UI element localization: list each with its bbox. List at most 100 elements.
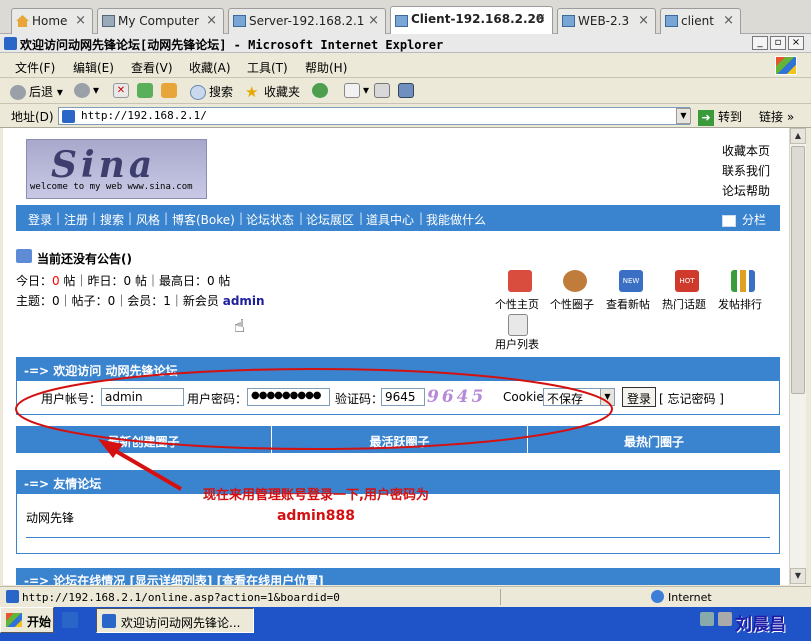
media-icon	[312, 83, 328, 98]
windows-logo-icon	[6, 613, 22, 627]
taskbar-item-ie[interactable]: 欢迎访问动网先锋论...	[96, 608, 254, 633]
host-tab-web[interactable]: WEB-2.3 ×	[557, 8, 656, 34]
close-icon[interactable]: ×	[75, 13, 86, 28]
menu-bar: 文件(F) 编辑(E) 查看(V) 收藏(A) 工具(T) 帮助(H)	[0, 54, 811, 78]
search-button[interactable]: 搜索	[190, 83, 233, 100]
go-button[interactable]: ➜ 转到	[698, 108, 742, 126]
go-arrow-icon: ➜	[698, 109, 714, 126]
host-tab-server[interactable]: Server-192.168.2.1 ×	[228, 8, 386, 34]
menu-view[interactable]: 查看(V)	[131, 59, 173, 76]
host-tab-label: My Computer	[118, 14, 199, 28]
back-arrow-icon	[10, 85, 26, 100]
close-icon[interactable]: ×	[206, 13, 217, 28]
status-url: http://192.168.2.1/online.asp?action=1&b…	[22, 591, 340, 604]
security-zone: Internet	[668, 591, 712, 604]
page-icon	[62, 110, 75, 123]
menu-favorites[interactable]: 收藏(A)	[189, 59, 231, 76]
address-dropdown-button[interactable]: ▼	[676, 108, 691, 124]
minimize-button[interactable]: _	[752, 36, 768, 50]
scroll-up-button[interactable]: ▲	[790, 128, 806, 144]
host-tab-label: Client-192.168.2.20	[411, 12, 545, 26]
host-tab-bar: Home × My Computer × Server-192.168.2.1 …	[0, 0, 811, 35]
scroll-thumb[interactable]	[791, 146, 805, 394]
vm-icon	[233, 15, 246, 27]
address-url: http://192.168.2.1/	[81, 109, 207, 122]
start-label: 开始	[27, 615, 52, 629]
close-icon[interactable]: ×	[638, 13, 649, 28]
taskbar-item-label: 欢迎访问动网先锋论...	[121, 616, 241, 630]
vm-icon	[395, 15, 408, 27]
host-tab-client2[interactable]: client ×	[660, 8, 741, 34]
home-button[interactable]	[161, 83, 180, 98]
edit-icon	[398, 83, 414, 98]
back-button[interactable]: 后退 ▾	[10, 83, 63, 100]
window-title: 欢迎访问动网先锋论坛[动网先锋论坛] - Microsoft Internet …	[20, 38, 444, 52]
annotation-line-1: 现在来用管理账号登录一下,用户密码为	[203, 488, 429, 503]
refresh-icon	[137, 83, 153, 98]
toolbar: 后退 ▾ ▾ ✕ 搜索 ★ 收藏夹 ▾	[0, 78, 811, 104]
address-label: 地址(D)	[11, 110, 54, 124]
vm-icon	[562, 15, 575, 27]
annotation-ellipse	[15, 368, 613, 450]
forward-button[interactable]: ▾	[74, 83, 99, 98]
menu-edit[interactable]: 编辑(E)	[73, 59, 114, 76]
favorites-button[interactable]: ★ 收藏夹	[245, 83, 300, 100]
quicklaunch-ie-icon[interactable]	[62, 612, 78, 628]
host-tab-label: Server-192.168.2.1	[249, 14, 365, 28]
annotation-text: 现在来用管理账号登录一下,用户密码为 admin888	[203, 486, 429, 526]
close-icon[interactable]: ×	[535, 11, 546, 26]
ie-icon	[102, 614, 116, 628]
host-tab-label: Home	[32, 14, 68, 28]
edit-button[interactable]	[398, 83, 417, 98]
globe-icon	[651, 590, 664, 603]
scroll-down-button[interactable]: ▼	[790, 568, 806, 584]
host-tab-home[interactable]: Home ×	[11, 8, 93, 34]
ie-icon	[4, 37, 17, 50]
address-input[interactable]: http://192.168.2.1/	[58, 107, 690, 125]
home-icon	[16, 15, 29, 27]
menu-file[interactable]: 文件(F)	[15, 59, 55, 76]
address-bar: 地址(D) http://192.168.2.1/ ▼ ➜ 转到 链接 »	[0, 104, 811, 128]
close-icon[interactable]: ×	[368, 13, 379, 28]
page-viewport: Sina welcome to my web www.sina.com 收藏本页…	[3, 128, 789, 585]
host-tab-my-computer[interactable]: My Computer ×	[97, 8, 224, 34]
menu-help[interactable]: 帮助(H)	[305, 59, 347, 76]
host-tab-label: client	[681, 14, 714, 28]
stop-icon: ✕	[113, 83, 129, 98]
annotation-arrow-shaft	[105, 444, 183, 491]
favorites-label: 收藏夹	[264, 85, 301, 99]
refresh-button[interactable]	[137, 83, 156, 98]
back-label: 后退	[29, 85, 54, 99]
stop-button[interactable]: ✕	[113, 83, 132, 98]
close-button[interactable]: ×	[788, 36, 804, 50]
menu-tools[interactable]: 工具(T)	[247, 59, 288, 76]
links-button[interactable]: 链接 »	[759, 108, 794, 125]
search-icon	[190, 85, 206, 100]
computer-icon	[102, 15, 115, 27]
windows-logo-icon	[775, 56, 797, 75]
page-icon	[6, 590, 19, 603]
print-button[interactable]	[374, 83, 393, 98]
print-icon	[374, 83, 390, 98]
star-icon: ★	[245, 83, 259, 101]
vertical-scrollbar[interactable]: ▲ ▼	[789, 128, 806, 585]
media-button[interactable]	[312, 83, 331, 98]
tray-network-icon[interactable]	[700, 612, 714, 626]
status-bar: http://192.168.2.1/online.asp?action=1&b…	[0, 586, 811, 606]
start-button[interactable]: 开始	[0, 607, 54, 633]
status-panes	[500, 589, 646, 605]
host-tab-label: WEB-2.3	[578, 14, 630, 28]
vm-icon	[665, 15, 678, 27]
maximize-button[interactable]: ▫	[770, 36, 786, 50]
search-label: 搜索	[209, 85, 234, 99]
links-label: 链接	[759, 110, 784, 124]
home-icon	[161, 83, 177, 98]
close-icon[interactable]: ×	[723, 13, 734, 28]
author-watermark: 刘晨昌	[735, 615, 786, 635]
mail-button[interactable]: ▾	[344, 83, 369, 98]
tray-volume-icon[interactable]	[718, 612, 732, 626]
host-tab-client[interactable]: Client-192.168.2.20 ×	[390, 6, 553, 35]
window-title-bar: 欢迎访问动网先锋论坛[动网先锋论坛] - Microsoft Internet …	[0, 34, 811, 53]
mail-icon	[344, 83, 360, 98]
taskbar: 开始 欢迎访问动网先锋论... 刘晨昌	[0, 607, 811, 641]
